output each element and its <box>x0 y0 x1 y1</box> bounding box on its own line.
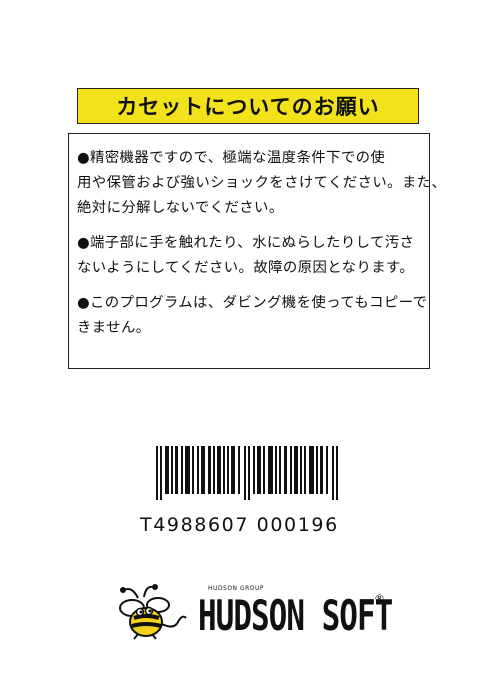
notice-line: ●端子部に手を触れたり、水にぬらしたりして汚さ <box>77 235 415 251</box>
notice-item: ●精密機器ですので、極端な温度条件下での使 用や保管および強いショックをさけてく… <box>77 146 447 221</box>
barcode-number: T4988607 000196 <box>140 514 339 536</box>
registered-mark: ® <box>374 592 385 605</box>
notice-line: 絶対に分解しないでください。 <box>77 200 284 216</box>
barcode-image <box>156 446 338 500</box>
group-label: HUDSON GROUP <box>208 585 265 592</box>
notice-line: ないようにしてください。故障の原因となります。 <box>77 260 415 276</box>
brand-logo-text: HUDSON SOFT <box>198 592 393 641</box>
notice-item: ●端子部に手を触れたり、水にぬらしたりして汚さ ないようにしてください。故障の原… <box>77 231 421 281</box>
notice-line: ●このプログラムは、ダビング機を使ってもコピーで <box>77 295 428 311</box>
notice-box: ●精密機器ですので、極端な温度条件下での使 用や保管および強いショックをさけてく… <box>68 133 447 369</box>
notice-title: カセットについてのお願い <box>77 88 419 124</box>
bee-mascot-icon <box>119 584 187 640</box>
notice-line: きません。 <box>77 320 151 336</box>
notice-line: ●精密機器ですので、極端な温度条件下での使 <box>77 150 386 166</box>
notice-line: 用や保管および強いショックをさけてください。また、 <box>77 175 447 191</box>
notice-item: ●このプログラムは、ダビング機を使ってもコピーで きません。 <box>77 291 428 341</box>
